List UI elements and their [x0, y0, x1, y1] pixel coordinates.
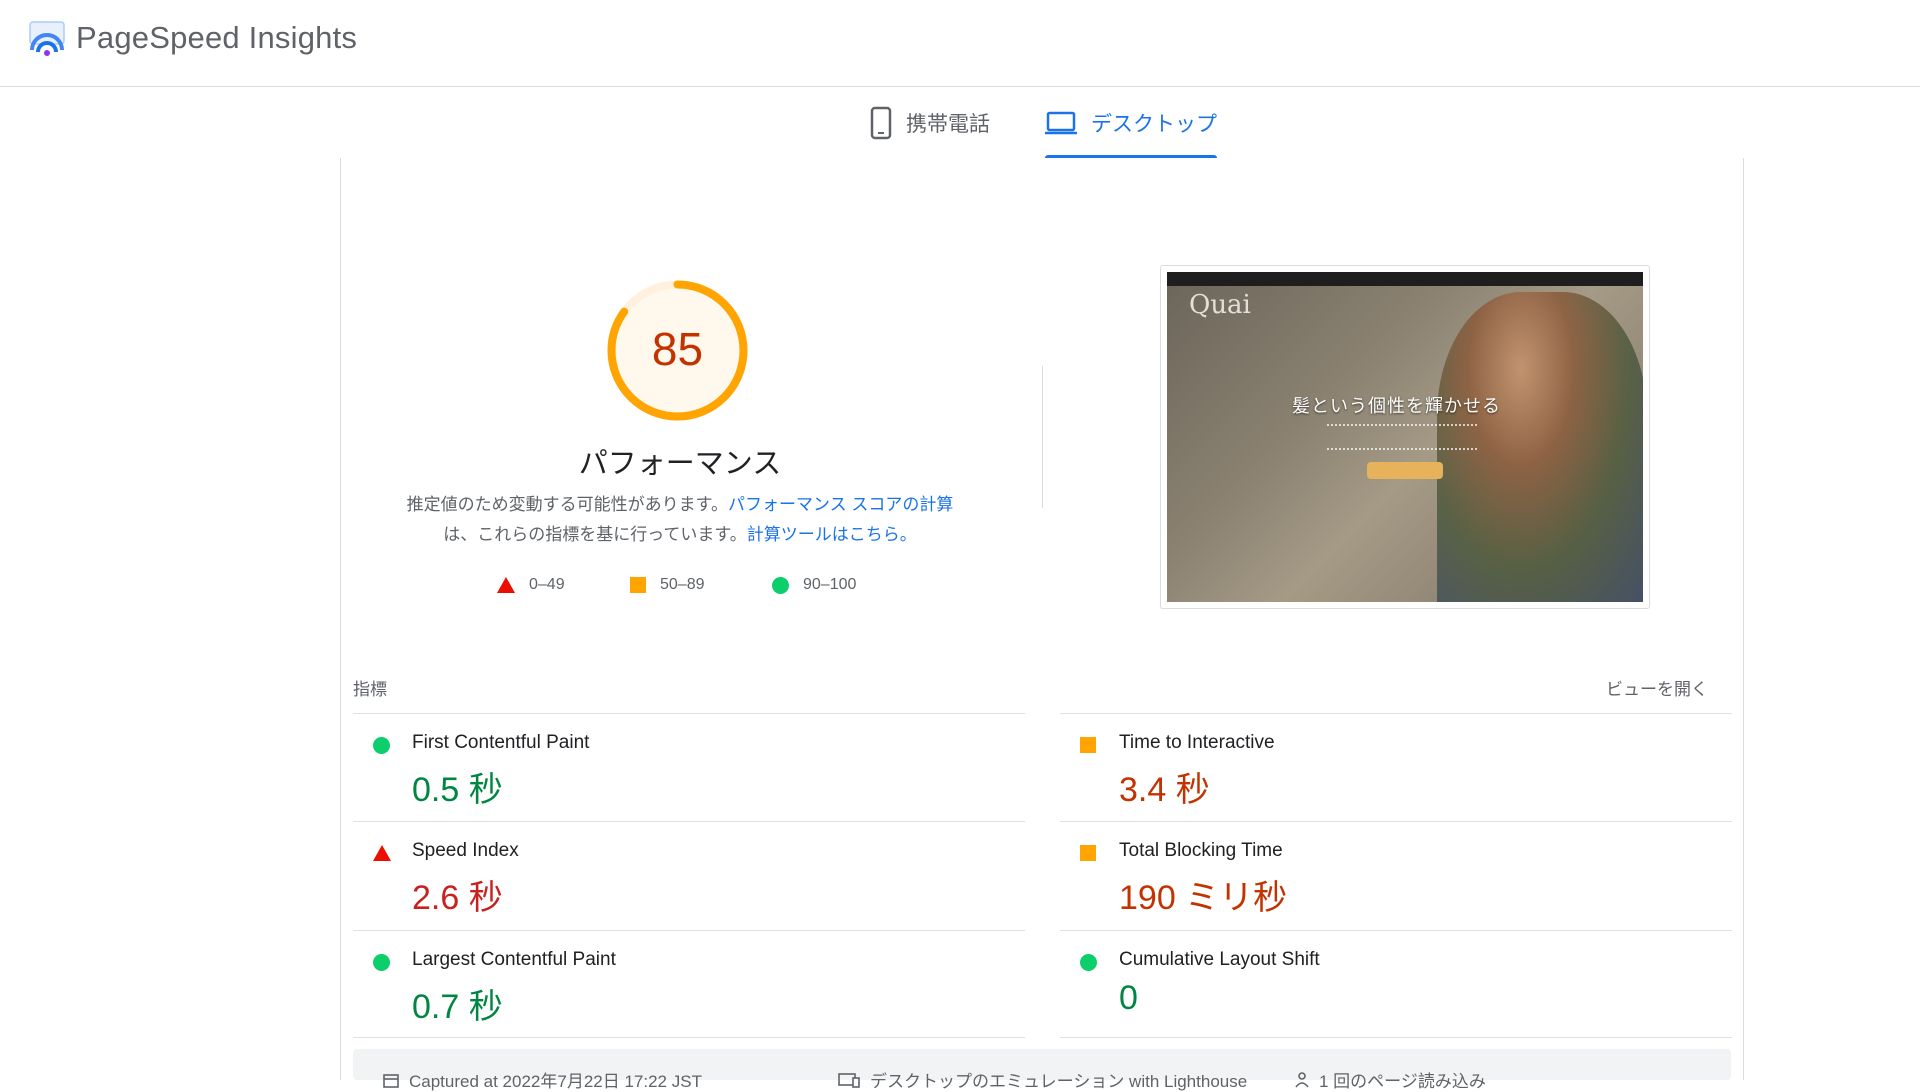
top-app-bar: PageSpeed Insights [0, 0, 1920, 87]
legend-average: 50–89 [630, 576, 705, 594]
calculator-link[interactable]: 計算ツールはこちら。 [747, 525, 917, 544]
desc-text-2: は、これらの指標を基に行っています。 [443, 525, 747, 544]
metric-value: 190 ミリ秒 [1119, 879, 1288, 917]
expand-view-button[interactable]: ビューを開く [1606, 675, 1708, 700]
legend-pass: 90–100 [772, 576, 856, 594]
pass-circle-icon [772, 576, 789, 594]
average-square-icon [630, 577, 646, 593]
tab-desktop[interactable]: デスクトップ [1045, 88, 1217, 158]
fail-triangle-icon [497, 577, 515, 593]
metric-speed-index: Speed Index 2.6 秒 [353, 821, 1025, 929]
screenshot-brand: Quai [1189, 290, 1251, 320]
average-square-icon [1080, 737, 1096, 753]
screenshot-cta [1367, 462, 1443, 479]
app-title[interactable]: PageSpeed Insights [76, 20, 357, 56]
tab-mobile-label: 携帯電話 [906, 113, 990, 136]
performance-title: パフォーマンス [578, 448, 782, 480]
pass-circle-icon [1080, 954, 1097, 971]
metric-value: 0.7 秒 [412, 988, 503, 1026]
page-screenshot: Quai 髪という個性を輝かせる [1167, 272, 1643, 602]
metric-name: First Contentful Paint [412, 732, 590, 753]
metric-name: Largest Contentful Paint [412, 949, 616, 970]
metric-tbt: Total Blocking Time 190 ミリ秒 [1060, 821, 1732, 929]
legend-average-range: 50–89 [660, 576, 705, 593]
average-square-icon [1080, 845, 1096, 861]
desc-text-1: 推定値のため変動する可能性があります。 [406, 495, 728, 514]
metric-value: 0 [1119, 979, 1138, 1017]
performance-score-value: 85 [651, 323, 704, 375]
legend-fail: 0–49 [497, 576, 565, 594]
metric-fcp: First Contentful Paint 0.5 秒 [353, 713, 1025, 821]
legend-pass-range: 90–100 [803, 576, 857, 593]
pagespeed-logo-icon[interactable] [28, 20, 66, 58]
metric-cls: Cumulative Layout Shift 0 [1060, 930, 1732, 1038]
metric-value: 3.4 秒 [1119, 771, 1210, 809]
tab-mobile[interactable]: 携帯電話 [870, 88, 990, 158]
metric-lcp: Largest Contentful Paint 0.7 秒 [353, 930, 1025, 1038]
tab-desktop-label: デスクトップ [1091, 113, 1217, 136]
device-tabs: 携帯電話 デスクトップ [0, 88, 1920, 158]
page-screenshot-frame: Quai 髪という個性を輝かせる [1160, 265, 1650, 609]
phone-icon [870, 106, 892, 140]
screenshot-headline: 髪という個性を輝かせる [1292, 396, 1501, 416]
screenshot-top-strip [1167, 272, 1643, 286]
screenshot-subtext [1327, 424, 1477, 450]
metric-name: Time to Interactive [1119, 732, 1275, 753]
performance-description: 推定値のため変動する可能性があります。パフォーマンス スコアの計算 は、これらの… [360, 490, 1000, 550]
metric-name: Cumulative Layout Shift [1119, 949, 1320, 970]
metrics-heading: 指標 [353, 680, 387, 699]
vertical-divider [1042, 366, 1043, 508]
metric-tti: Time to Interactive 3.4 秒 [1060, 713, 1732, 821]
metric-value: 2.6 秒 [412, 879, 503, 917]
score-calc-link[interactable]: パフォーマンス スコアの計算 [728, 495, 953, 514]
run-info-bar: Captured at 2022年7月22日 17:22 JST デスクトップの… [353, 1049, 1731, 1091]
pass-circle-icon [373, 737, 390, 754]
metric-name: Total Blocking Time [1119, 840, 1283, 861]
laptop-icon [1045, 111, 1077, 135]
metric-name: Speed Index [412, 840, 519, 861]
metric-value: 0.5 秒 [412, 771, 503, 809]
fail-triangle-icon [373, 845, 391, 861]
pass-circle-icon [373, 954, 390, 971]
legend-fail-range: 0–49 [529, 576, 565, 593]
